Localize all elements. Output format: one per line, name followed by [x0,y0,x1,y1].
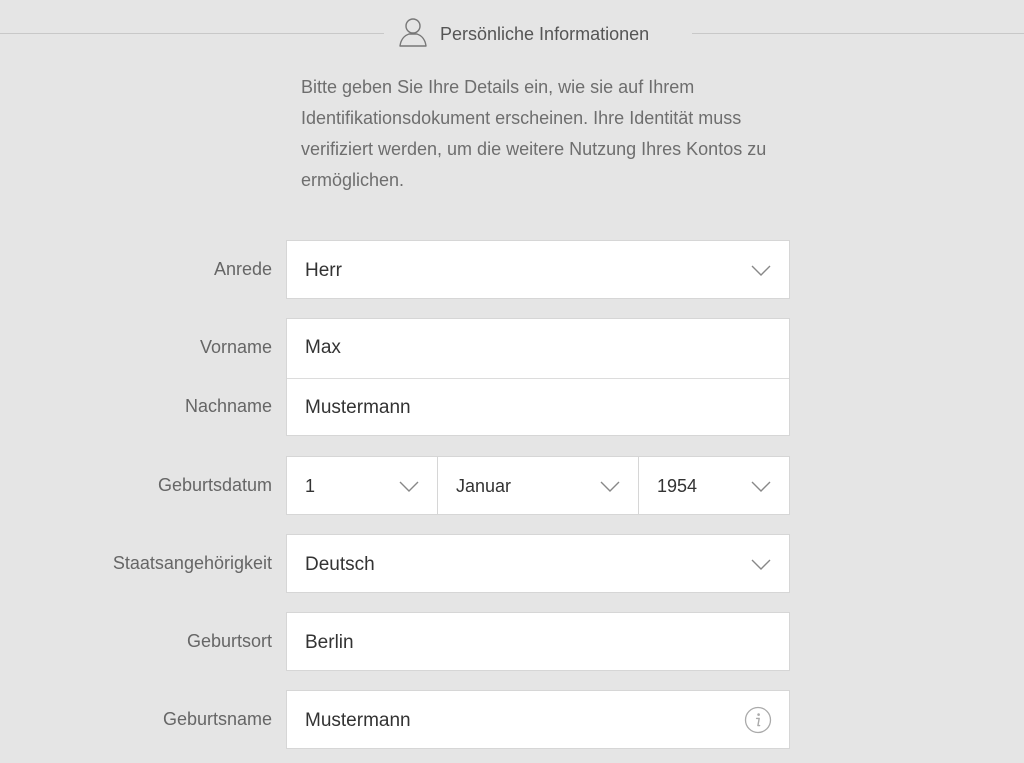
chevron-down-icon [751,264,771,282]
birth-year-value: 1954 [657,476,698,496]
intro-text: Bitte geben Sie Ihre Details ein, wie si… [301,77,767,190]
birth-name-field[interactable]: Mustermann [286,690,790,749]
section-title-wrap: Persönliche Informationen [398,16,649,52]
birth-month-value: Januar [456,476,512,496]
birth-month-select[interactable]: Januar [437,456,639,515]
last-name-field[interactable]: Mustermann [287,378,789,437]
first-name-field[interactable]: Max [287,319,789,377]
last-name-value: Mustermann [305,397,411,418]
section-header: Persönliche Informationen [0,14,1024,54]
birth-date-group: 1 Januar 1954 [286,456,790,515]
birth-day-value: 1 [305,476,316,496]
salutation-label: Anrede [213,259,272,279]
chevron-down-icon [751,558,771,576]
section-title: Persönliche Informationen [440,23,650,44]
birth-date-label: Geburtsdatum [157,475,272,495]
salutation-select[interactable]: Herr [286,240,790,299]
birth-day-select[interactable]: 1 [286,456,438,515]
birth-place-field[interactable]: Berlin [286,612,790,671]
birth-place-value: Berlin [305,632,354,653]
nationality-select[interactable]: Deutsch [286,534,790,593]
birth-name-value: Mustermann [305,710,411,731]
first-name-label: Vorname [199,337,272,357]
header-divider-left [0,33,384,34]
info-icon[interactable] [744,706,772,739]
chevron-down-icon [751,480,771,498]
last-name-label: Nachname [184,396,272,416]
person-icon [398,16,428,53]
birth-place-label: Geburtsort [186,631,272,651]
birth-name-label: Geburtsname [162,709,272,729]
birth-year-select[interactable]: 1954 [638,456,790,515]
header-divider-right [692,33,1024,34]
nationality-value: Deutsch [305,554,375,575]
name-field-group: Max Mustermann [286,318,790,436]
chevron-down-icon [600,480,620,498]
nationality-label: Staatsangehörigkeit [112,553,272,573]
salutation-value: Herr [305,260,342,281]
chevron-down-icon [399,480,419,498]
first-name-value: Max [305,337,341,358]
